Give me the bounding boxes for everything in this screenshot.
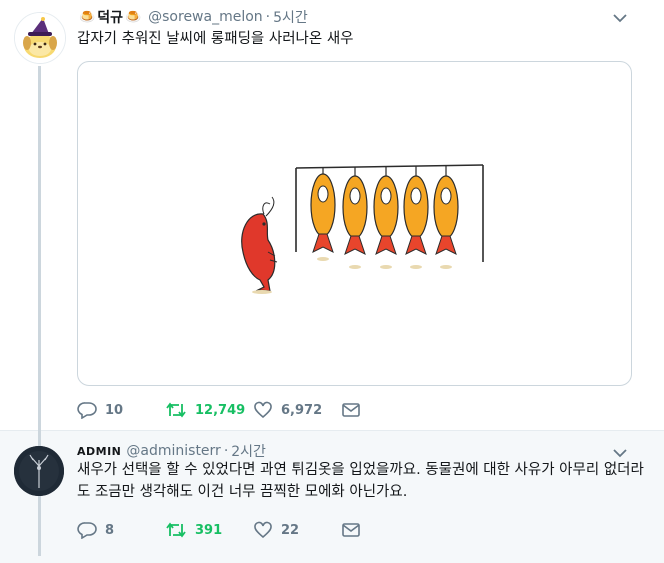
envelope-icon [342,403,360,417]
like-button[interactable]: 6,972 [253,401,341,419]
tweet-text: 갑자기 추워진 날씨에 롱패딩을 사러나온 새우 [77,31,354,47]
chevron-down-icon[interactable] [613,13,627,23]
like-count: 6,972 [281,402,323,418]
user-handle[interactable]: @sorewa_melon [148,9,263,25]
like-button[interactable]: 22 [253,521,341,539]
user-handle[interactable]: @administerr [126,443,220,459]
tweet-actions: 10 12,749 6,972 [77,401,361,419]
direct-message-button[interactable] [341,402,361,418]
tweet-header: ADMIN @administerr · 2시간 [77,441,266,461]
shrimp-illustration [241,164,484,294]
reply-button[interactable]: 10 [77,401,165,419]
display-name[interactable]: ADMIN [77,445,121,458]
retweet-icon [166,402,186,418]
retweet-count: 391 [195,522,223,538]
retweet-button[interactable]: 391 [165,521,253,539]
avatar[interactable] [14,446,64,496]
heart-icon [254,521,272,539]
separator: · [223,443,229,459]
reply-count: 10 [105,402,124,418]
separator: · [265,9,271,25]
chevron-down-icon[interactable] [613,448,627,458]
like-count: 22 [281,522,300,538]
pudding-emoji: 🍮 [79,9,96,25]
reply-button[interactable]: 8 [77,521,165,539]
envelope-icon [342,523,360,537]
tweet-image[interactable] [77,61,632,386]
display-name[interactable]: 덕규 [97,7,123,27]
pudding-emoji: 🍮 [124,9,142,25]
direct-message-button[interactable] [341,522,361,538]
reply-count: 8 [105,522,115,538]
reply-icon [77,522,97,539]
retweet-icon [166,522,186,538]
tweet-actions: 8 391 22 [77,521,361,539]
reply-icon [77,402,97,419]
pompompurin-avatar-icon [15,13,65,63]
retweet-button[interactable]: 12,749 [165,401,253,419]
retweet-count: 12,749 [195,402,246,418]
timestamp[interactable]: 5시간 [273,7,308,27]
tweet-text: 새우가 선택을 할 수 있었다면 과연 튀김옷을 입었을까요. 동물권에 대한 … [77,462,644,500]
tweet-header: 🍮 덕규 🍮 @sorewa_melon · 5시간 [77,7,308,27]
avatar[interactable] [14,12,66,64]
timestamp[interactable]: 2시간 [231,441,266,461]
dark-figure-avatar-icon [14,446,64,496]
heart-icon [254,401,272,419]
